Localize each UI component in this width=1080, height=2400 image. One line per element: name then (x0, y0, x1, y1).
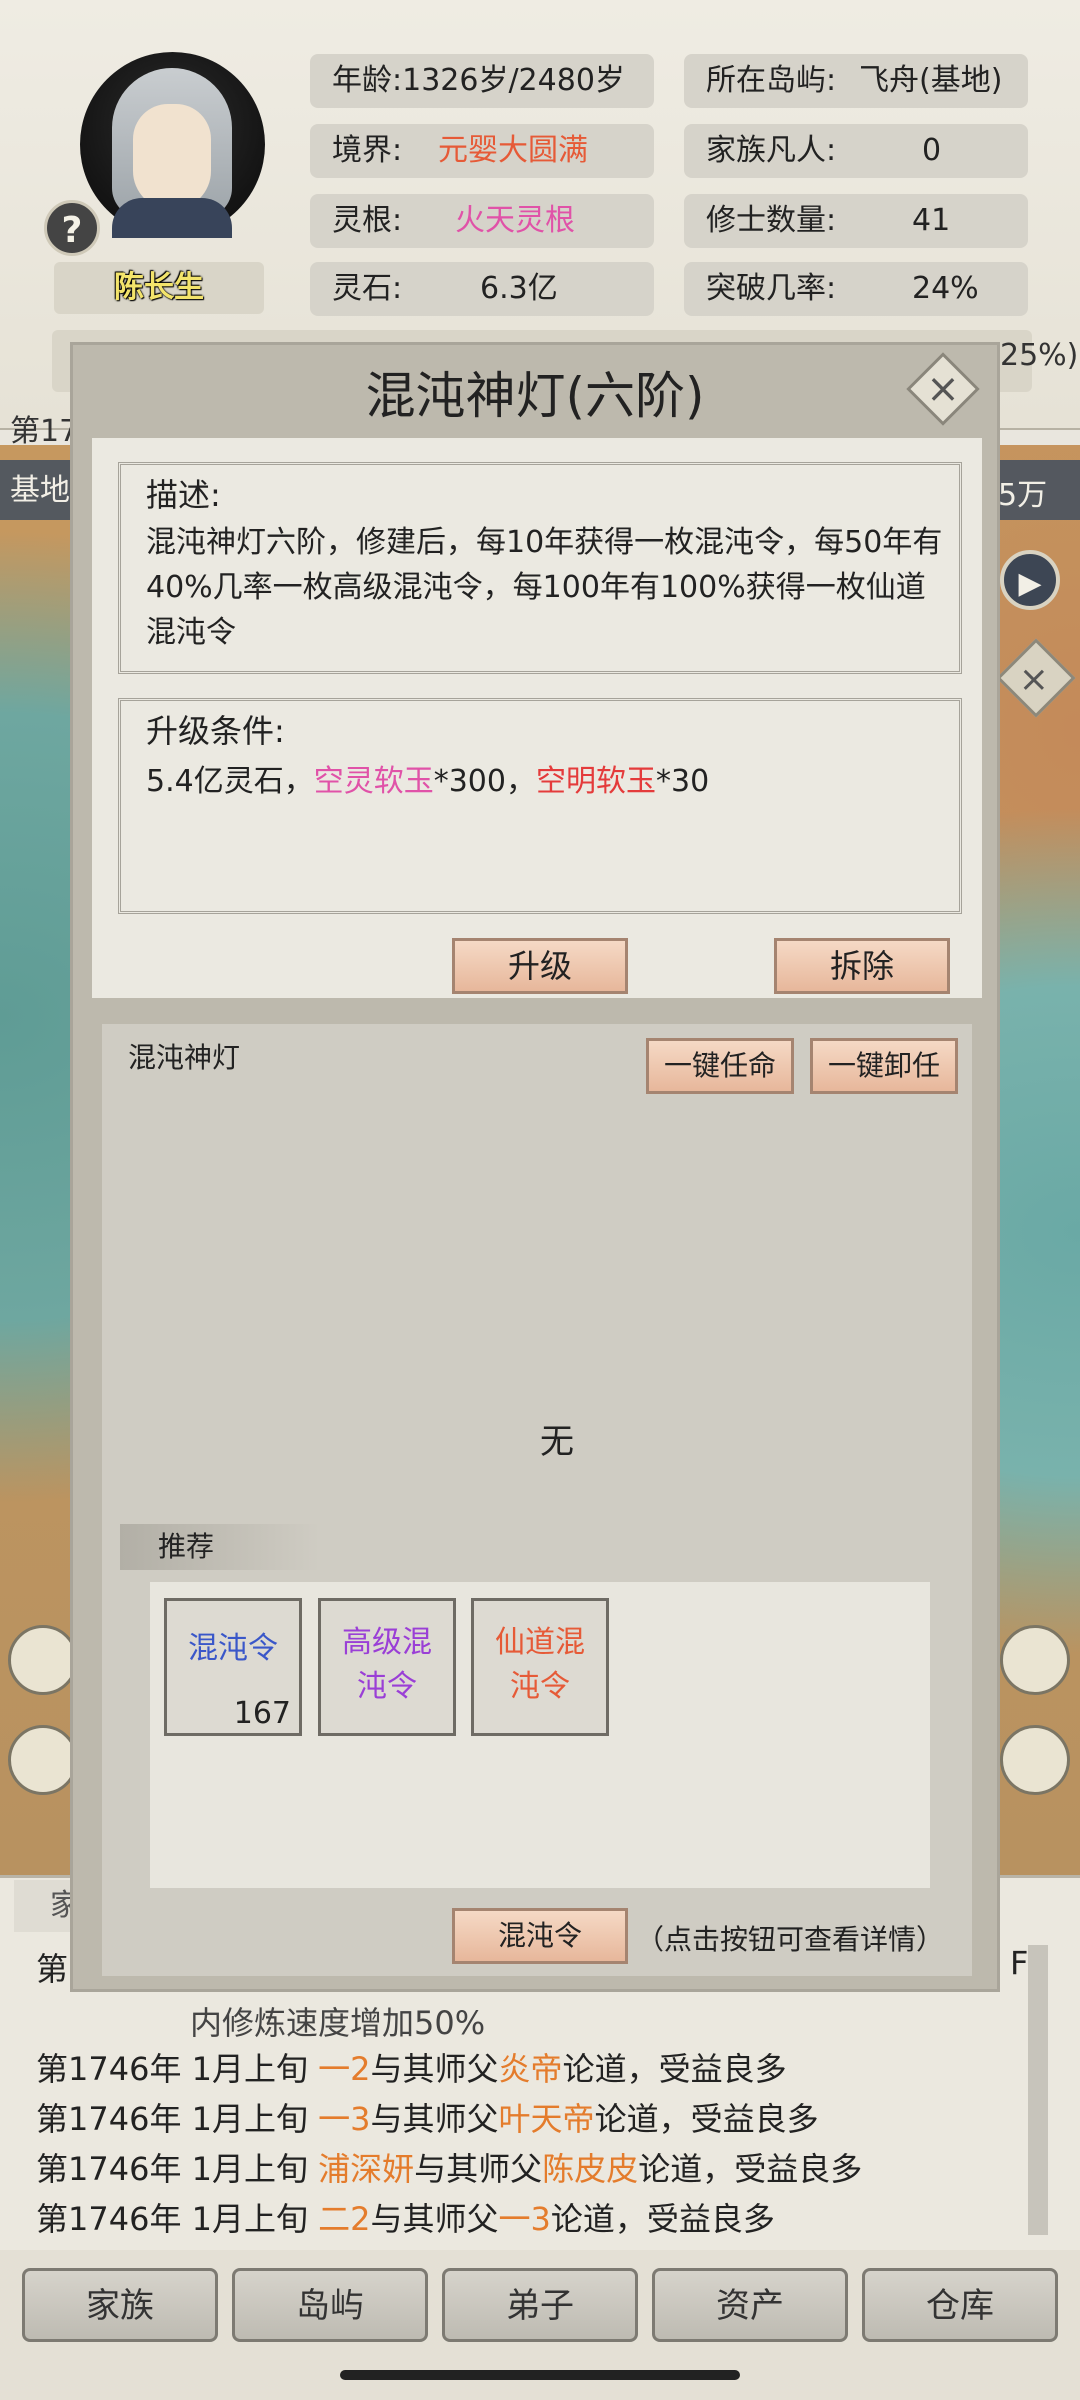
stat-breakthrough-rate-label: 突破几率: (706, 271, 837, 306)
character-name: 陈长生 (54, 262, 264, 314)
stat-spirit-stone-label: 灵石: (332, 271, 403, 306)
upgrade-button[interactable]: 升级 (452, 938, 628, 994)
play-icon[interactable]: ▶ (1000, 550, 1060, 610)
close-icon: × (926, 366, 960, 412)
portrait-face (133, 104, 211, 210)
nav-family-button[interactable]: 家族 (22, 2268, 218, 2342)
close-button[interactable]: × (906, 352, 980, 426)
craft-side-icon[interactable] (8, 1725, 78, 1795)
stat-age: 年龄:1326岁/2480岁 (310, 54, 654, 108)
stat-root-label: 灵根: (332, 203, 403, 238)
nav-warehouse-button[interactable]: 仓库 (862, 2268, 1058, 2342)
empty-assignment-text: 无 (540, 1422, 574, 1462)
stat-spirit-stone-value: 6.3亿 (480, 271, 558, 306)
stat-realm-value: 元婴大圆满 (438, 133, 588, 168)
nav-assets-button[interactable]: 资产 (652, 2268, 848, 2342)
item-immortal-chaos-token[interactable]: 仙道混沌令 (471, 1598, 609, 1736)
hint-text: （点击按钮可查看详情） (636, 1923, 945, 1956)
recommend-header: 推荐 (120, 1524, 320, 1570)
upgrade-condition-text: 5.4亿灵石，空灵软玉*300，空明软玉*30 (146, 764, 710, 799)
stat-family-mortals-label: 家族凡人: (706, 133, 837, 168)
settings-side-icon[interactable] (1000, 1725, 1070, 1795)
material-kongming-ruanyu: 空明软玉 (535, 764, 656, 799)
material-kongling-ruanyu: 空灵软玉 (313, 764, 434, 799)
log-partial-line: 第 (36, 1944, 68, 1990)
log-line: 第1746年 1月上旬 二2与其师父一3论道，受益良多 (36, 2200, 775, 2238)
stat-cultivator-count-value: 41 (912, 203, 951, 238)
item-advanced-chaos-token[interactable]: 高级混沌令 (318, 1598, 456, 1736)
stat-root-value: 火天灵根 (455, 203, 575, 238)
log-under-text: 内修炼速度增加50% (190, 2004, 486, 2042)
partial-percent-text: 25%) (1000, 338, 1079, 373)
description-text: 混沌神灯六阶，修建后，每10年获得一枚混沌令，每50年有40%几率一枚高级混沌令… (146, 525, 943, 650)
stat-spirit-stone: 灵石: 6.3亿 (310, 262, 654, 316)
notice-side-icon[interactable] (1000, 1625, 1070, 1695)
map-base-label: 基地 (10, 473, 70, 508)
portrait-robe (112, 198, 232, 238)
stat-breakthrough-rate-value: 24% (912, 271, 979, 306)
stat-age-label: 年龄:1326岁/2480岁 (332, 63, 625, 98)
dismiss-all-button[interactable]: 一键卸任 (810, 1038, 958, 1094)
appoint-all-button[interactable]: 一键任命 (646, 1038, 794, 1094)
log-line: 第1746年 1月上旬 浦深妍与其师父陈皮皮论道，受益良多 (36, 2150, 863, 2188)
nav-disciples-button[interactable]: 弟子 (442, 2268, 638, 2342)
item-name: 混沌令 (188, 1631, 278, 1666)
stat-island: 所在岛屿: 飞舟(基地) (684, 54, 1028, 108)
upgrade-condition-title: 升级条件: (146, 712, 285, 750)
assignment-title: 混沌神灯 (128, 1041, 241, 1074)
description-title: 描述: (146, 476, 221, 514)
log-scrollbar[interactable] (1028, 1945, 1048, 2235)
item-name: 仙道混沌令 (495, 1625, 585, 1704)
nav-island-button[interactable]: 岛屿 (232, 2268, 428, 2342)
modal-title: 混沌神灯(六阶) (365, 367, 705, 425)
stat-cultivator-count: 修士数量: 41 (684, 194, 1028, 248)
help-icon[interactable]: ? (44, 200, 100, 256)
home-indicator[interactable] (340, 2370, 740, 2380)
disciple-side-icon[interactable] (8, 1625, 78, 1695)
demolish-button[interactable]: 拆除 (774, 938, 950, 994)
stat-root: 灵根: 火天灵根 (310, 194, 654, 248)
stat-family-mortals-value: 0 (922, 133, 942, 168)
log-line: 第1746年 1月上旬 一2与其师父炎帝论道，受益良多 (36, 2050, 787, 2088)
stat-realm-label: 境界: (332, 133, 403, 168)
item-chaos-token[interactable]: 混沌令 167 (164, 1598, 302, 1736)
item-name: 高级混沌令 (342, 1625, 432, 1704)
stat-cultivator-count-label: 修士数量: (706, 203, 837, 238)
stat-breakthrough-rate: 突破几率: 24% (684, 262, 1028, 316)
stat-realm: 境界: 元婴大圆满 (310, 124, 654, 178)
chaos-token-button[interactable]: 混沌令 (452, 1908, 628, 1964)
log-partial-right: F (1010, 1944, 1029, 1982)
partial-year-text: 第17 (10, 414, 79, 449)
log-line: 第1746年 1月上旬 一3与其师父叶天帝论道，受益良多 (36, 2100, 819, 2138)
stat-family-mortals: 家族凡人: 0 (684, 124, 1028, 178)
item-count: 167 (233, 1696, 291, 1731)
log-partial-first: 第 (36, 1950, 69, 1988)
map-right-label: 5万 (998, 478, 1048, 513)
stat-island-value: 飞舟(基地) (859, 63, 1003, 98)
stat-island-label: 所在岛屿: (706, 63, 837, 98)
